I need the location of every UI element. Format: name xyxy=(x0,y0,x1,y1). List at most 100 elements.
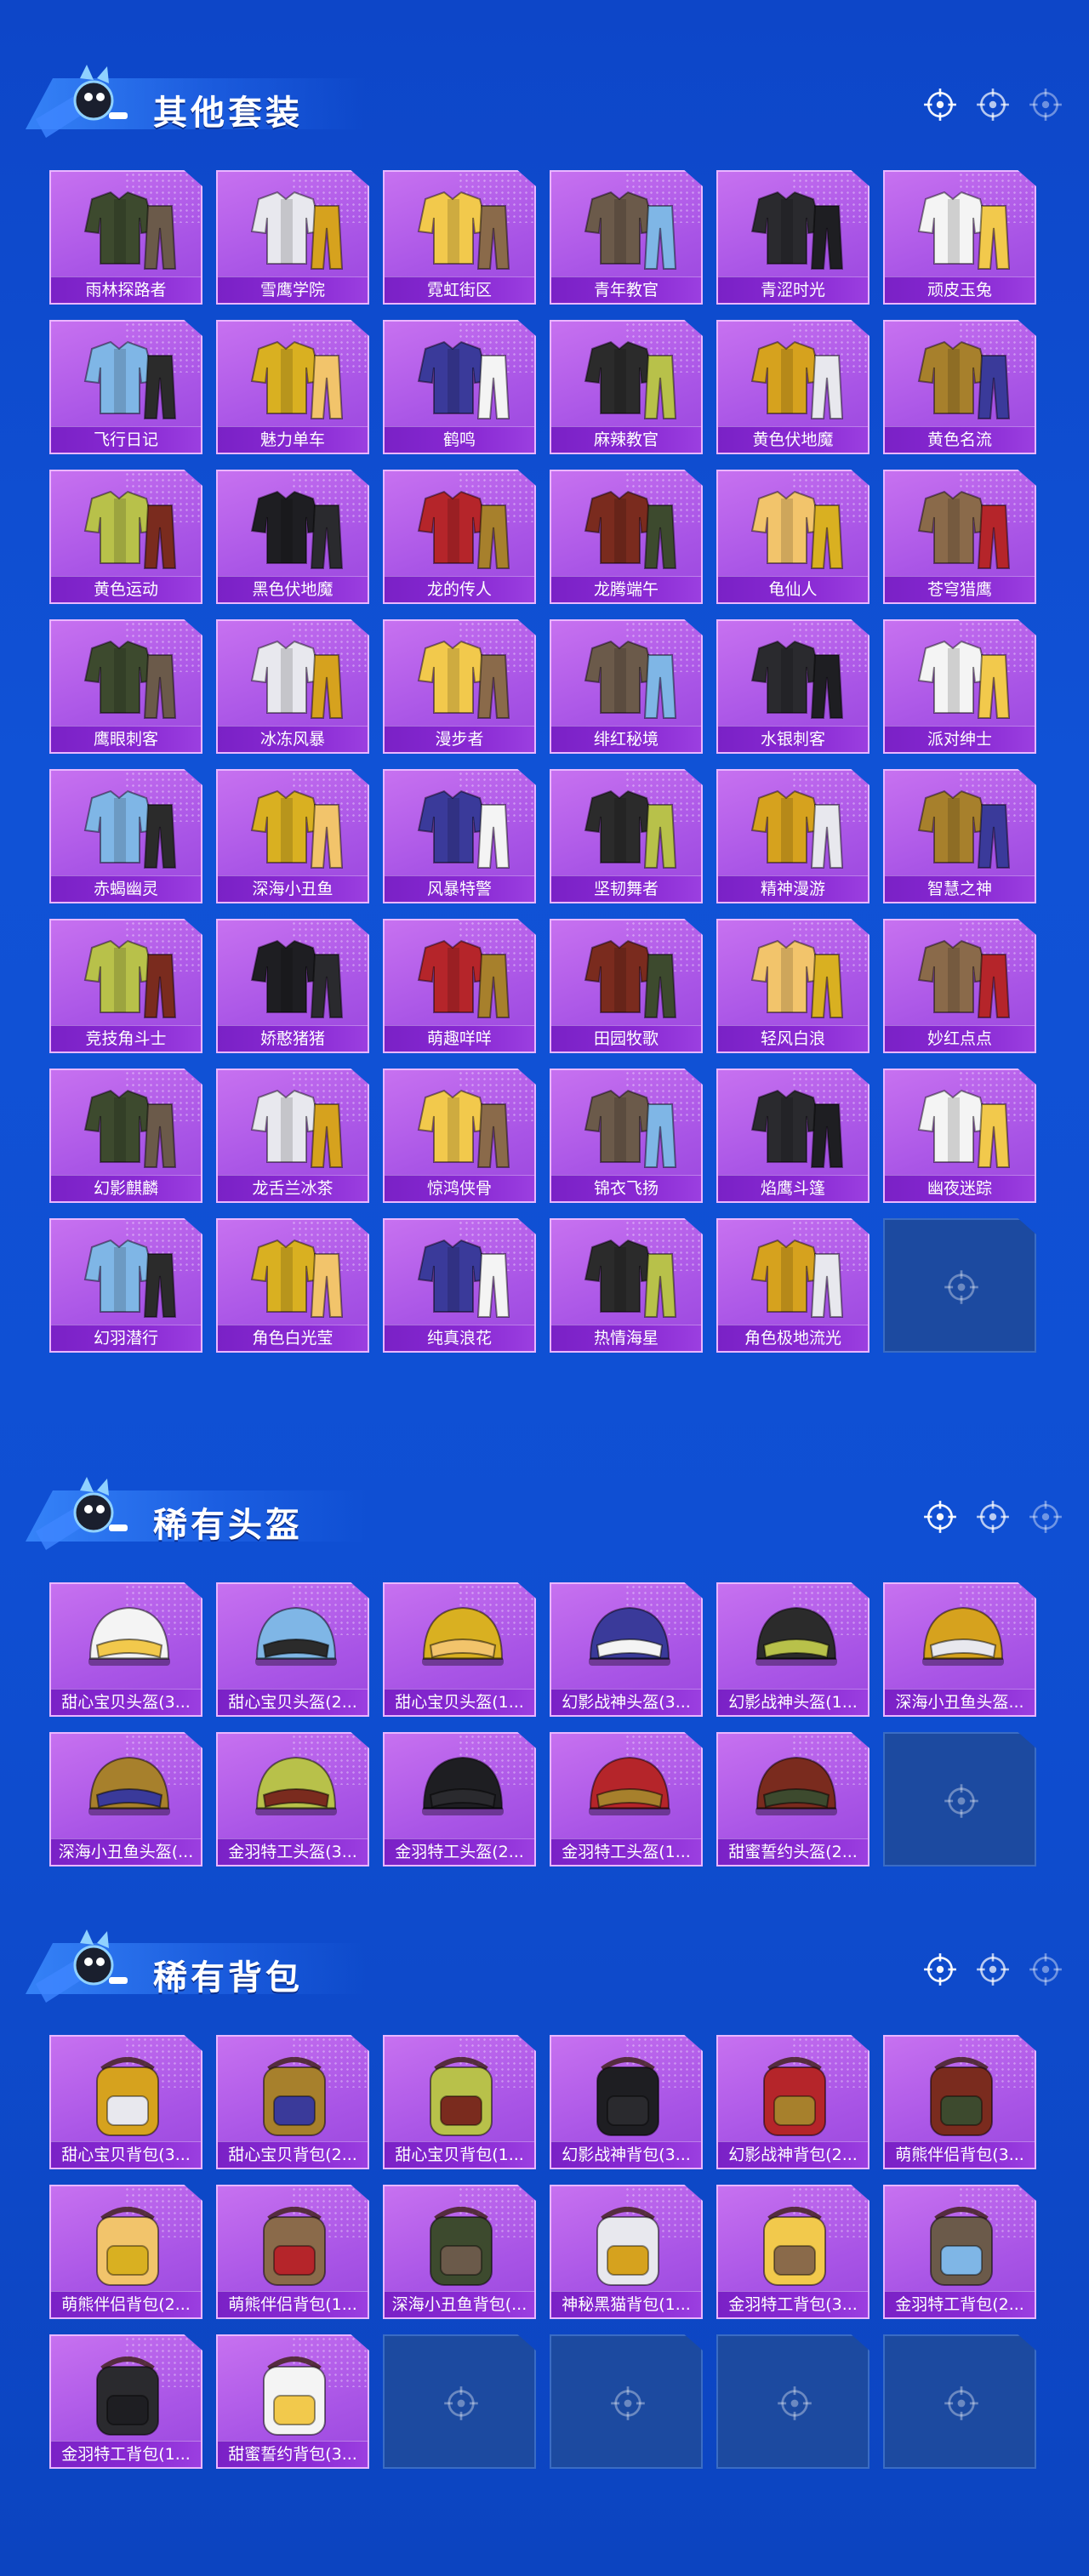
item-name: 赤蝎幽灵 xyxy=(51,875,201,902)
item-card[interactable]: 锦衣飞扬 xyxy=(550,1069,703,1203)
item-card[interactable]: 甜心宝贝背包(1... xyxy=(383,2035,536,2169)
item-card[interactable]: 风暴特警 xyxy=(383,769,536,903)
item-card[interactable]: 金羽特工头盔(1... xyxy=(550,1732,703,1866)
item-card[interactable]: 甜心宝贝头盔(3... xyxy=(49,1582,202,1717)
item-card[interactable]: 萌熊伴侣背包(3... xyxy=(883,2035,1036,2169)
item-card[interactable]: 魅力单车 xyxy=(216,320,369,454)
item-card[interactable]: 甜心宝贝背包(2... xyxy=(216,2035,369,2169)
item-card[interactable]: 幻羽潜行 xyxy=(49,1218,202,1353)
item-card[interactable]: 妙红点点 xyxy=(883,919,1036,1053)
outfit-icon xyxy=(900,330,1023,429)
crosshair-icon xyxy=(922,1499,958,1535)
item-card[interactable]: 青涩时光 xyxy=(716,170,869,305)
item-card[interactable]: 水银刺客 xyxy=(716,619,869,754)
item-card[interactable]: 幻影战神背包(3... xyxy=(550,2035,703,2169)
item-card[interactable]: 深海小丑鱼头盔(... xyxy=(49,1732,202,1866)
item-card[interactable]: 赤蝎幽灵 xyxy=(49,769,202,903)
item-card[interactable]: 甜心宝贝头盔(2... xyxy=(216,1582,369,1717)
item-card[interactable]: 深海小丑鱼头盔... xyxy=(883,1582,1036,1717)
item-name: 妙红点点 xyxy=(885,1025,1035,1051)
item-card[interactable]: 角色白光莹 xyxy=(216,1218,369,1353)
item-card[interactable]: 深海小丑鱼背包(... xyxy=(383,2185,536,2319)
outfit-icon xyxy=(900,480,1023,578)
item-card[interactable]: 幻影战神头盔(3... xyxy=(550,1582,703,1717)
item-card[interactable]: 甜心宝贝头盔(1... xyxy=(383,1582,536,1717)
item-card[interactable]: 黄色伏地魔 xyxy=(716,320,869,454)
item-card[interactable]: 幻影麒麟 xyxy=(49,1069,202,1203)
item-card[interactable]: 绯红秘境 xyxy=(550,619,703,754)
item-name: 深海小丑鱼 xyxy=(218,875,368,902)
outfit-icon xyxy=(66,929,189,1028)
item-card[interactable]: 萌熊伴侣背包(2... xyxy=(49,2185,202,2319)
empty-slot xyxy=(883,1218,1036,1353)
item-card[interactable]: 热情海星 xyxy=(550,1218,703,1353)
mascot-icon xyxy=(27,60,138,155)
item-card[interactable]: 轻风白浪 xyxy=(716,919,869,1053)
item-card[interactable]: 甜蜜誓约背包(3... xyxy=(216,2334,369,2469)
item-card[interactable]: 鹰眼刺客 xyxy=(49,619,202,754)
item-card[interactable]: 顽皮玉兔 xyxy=(883,170,1036,305)
item-card[interactable]: 黄色名流 xyxy=(883,320,1036,454)
item-name: 冰冻风暴 xyxy=(218,726,368,752)
item-card[interactable]: 纯真浪花 xyxy=(383,1218,536,1353)
item-card[interactable]: 派对绅士 xyxy=(883,619,1036,754)
item-card[interactable]: 萌趣咩咩 xyxy=(383,919,536,1053)
item-card[interactable]: 金羽特工背包(1... xyxy=(49,2334,202,2469)
item-card[interactable]: 金羽特工头盔(3... xyxy=(216,1732,369,1866)
item-name: 水银刺客 xyxy=(718,726,868,752)
item-card[interactable]: 田园牧歌 xyxy=(550,919,703,1053)
item-name: 精神漫游 xyxy=(718,875,868,902)
item-card[interactable]: 娇憨猪猪 xyxy=(216,919,369,1053)
item-card[interactable]: 神秘黑猫背包(1... xyxy=(550,2185,703,2319)
item-name: 金羽特工头盔(2... xyxy=(385,1838,534,1865)
helmet-icon xyxy=(900,1593,1023,1691)
outfit-icon xyxy=(233,630,356,728)
item-card[interactable]: 龙腾端午 xyxy=(550,470,703,604)
item-card[interactable]: 智慧之神 xyxy=(883,769,1036,903)
item-card[interactable]: 焰鹰斗篷 xyxy=(716,1069,869,1203)
outfit-icon xyxy=(900,779,1023,878)
item-name: 甜心宝贝头盔(1... xyxy=(385,1689,534,1715)
item-card[interactable]: 霓虹街区 xyxy=(383,170,536,305)
item-name: 神秘黑猫背包(1... xyxy=(551,2291,701,2317)
helmet-icon xyxy=(400,1593,522,1691)
item-card[interactable]: 金羽特工头盔(2... xyxy=(383,1732,536,1866)
item-card[interactable]: 龙舌兰冰茶 xyxy=(216,1069,369,1203)
item-card[interactable]: 金羽特工背包(3... xyxy=(716,2185,869,2319)
item-card[interactable]: 惊鸿侠骨 xyxy=(383,1069,536,1203)
item-card[interactable]: 苍穹猎鹰 xyxy=(883,470,1036,604)
item-card[interactable]: 幻影战神头盔(1... xyxy=(716,1582,869,1717)
item-card[interactable]: 幻影战神背包(2... xyxy=(716,2035,869,2169)
item-card[interactable]: 黄色运动 xyxy=(49,470,202,604)
item-card[interactable]: 坚韧舞者 xyxy=(550,769,703,903)
item-card[interactable]: 甜心宝贝背包(3... xyxy=(49,2035,202,2169)
item-card[interactable]: 麻辣教官 xyxy=(550,320,703,454)
outfit-icon xyxy=(233,929,356,1028)
outfit-icon xyxy=(400,779,522,878)
item-card[interactable]: 竞技角斗士 xyxy=(49,919,202,1053)
item-card[interactable]: 飞行日记 xyxy=(49,320,202,454)
item-card[interactable]: 角色极地流光 xyxy=(716,1218,869,1353)
item-card[interactable]: 龙的传人 xyxy=(383,470,536,604)
item-card[interactable]: 黑色伏地魔 xyxy=(216,470,369,604)
outfit-icon xyxy=(400,330,522,429)
item-card[interactable]: 精神漫游 xyxy=(716,769,869,903)
item-card[interactable]: 龟仙人 xyxy=(716,470,869,604)
item-card[interactable]: 雨林探路者 xyxy=(49,170,202,305)
item-name: 幻影战神背包(3... xyxy=(551,2141,701,2168)
item-card[interactable]: 雪鹰学院 xyxy=(216,170,369,305)
item-card[interactable]: 冰冻风暴 xyxy=(216,619,369,754)
item-card[interactable]: 金羽特工背包(2... xyxy=(883,2185,1036,2319)
outfit-icon xyxy=(733,1079,856,1177)
item-card[interactable]: 萌熊伴侣背包(1... xyxy=(216,2185,369,2319)
item-card[interactable]: 甜蜜誓约头盔(2... xyxy=(716,1732,869,1866)
item-name: 金羽特工背包(1... xyxy=(51,2441,201,2467)
item-card[interactable]: 幽夜迷踪 xyxy=(883,1069,1036,1203)
helmet-icon xyxy=(733,1742,856,1841)
item-card[interactable]: 漫步者 xyxy=(383,619,536,754)
item-card[interactable]: 青年教官 xyxy=(550,170,703,305)
item-card[interactable]: 深海小丑鱼 xyxy=(216,769,369,903)
outfit-icon xyxy=(567,330,689,429)
item-card[interactable]: 鹤鸣 xyxy=(383,320,536,454)
backpack-icon xyxy=(400,2195,522,2294)
